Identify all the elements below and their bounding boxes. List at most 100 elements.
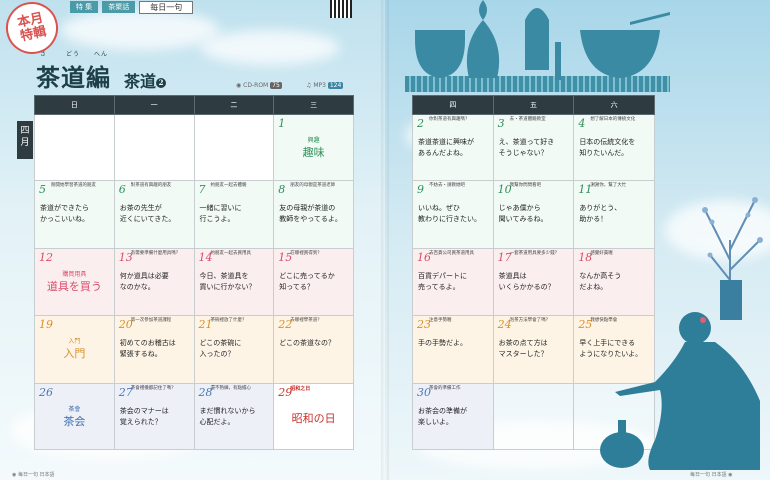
daily-phrase: どこに売ってるか 知ってる？ [279, 272, 335, 291]
day-cell-12: 12 購買用具道具を買う [34, 248, 115, 316]
day-number: 12 [39, 251, 53, 264]
day-context-note: 去・茶道體驗教室 [509, 117, 546, 122]
day-cell-28: 28 還不熟練，有點擔心 まだ慣れないから 心配だよ。 [193, 383, 275, 450]
cloud-decoration [60, 10, 220, 50]
calendar-week-row: 12 購買用具 道具を買う 13 有需要準備什麼用具嗎？ 何か道具は必要 なのかな。 14 約… [34, 248, 354, 316]
day-cell-15: 15 在哪裡買得到？ どこに売ってるか 知ってる？ [273, 248, 354, 316]
track-number: 124 [327, 82, 344, 89]
vase-icon [466, 0, 500, 78]
day-context-note: 想了解日本的傳統文化 [590, 117, 636, 122]
day-number: 7 [198, 183, 206, 196]
cloud-decoration [200, 30, 340, 65]
weekday-header: 六 [573, 95, 655, 115]
title-text: 茶道編 [36, 63, 111, 92]
daily-phrase: 友の母親が茶道の 教師をやってるよ。 [279, 204, 342, 223]
day-context-note: 你對茶道有興趣嗎？ [429, 117, 470, 122]
daily-phrase: 一緒に習いに 行こうよ。 [199, 204, 242, 223]
daily-phrase: 初めてのお稽古は 緊張するね。 [119, 339, 176, 358]
track-label: CD-ROM [243, 82, 269, 89]
day-context-note: 對茶道有興趣的朋友 [130, 183, 172, 188]
daily-phrase: お茶会の準備が 楽しいよ。 [418, 407, 467, 426]
daily-phrase: 百貨デパートに 売ってるよ。 [418, 272, 467, 291]
day-context-note: 不妨去・請教她吧 [429, 183, 465, 188]
day-number: 19 [39, 318, 53, 331]
tea-bowl-icon [580, 30, 660, 78]
weekday-header: 五 [492, 95, 575, 115]
day-context-note: 茶會禮儀都記住了嗎？ [130, 386, 176, 391]
daily-phrase: いいね。ぜひ 教わりに行きたい。 [418, 204, 481, 223]
calendar-week-row: 26 茶會 茶会 27 茶會禮儀都記住了嗎？ 茶会のマナーは 覚えられた？ 28 還不熟練，有… [34, 383, 354, 450]
day-cell-23: 23 注意手勢喔 手の手勢だよ。 [412, 315, 494, 384]
day-context-note: 在哪裡買得到？ [290, 251, 322, 256]
event-subtitle: 入門 [68, 338, 81, 345]
day-number: 4 [578, 117, 586, 130]
event-subtitle: 購買用具 [62, 271, 87, 278]
daily-phrase: どこの茶道なの？ [279, 339, 336, 347]
qr-code-icon[interactable] [330, 0, 352, 18]
weekday-header: 二 [193, 95, 275, 115]
daily-phrase: お茶の先生が 近くにいてきた。 [119, 204, 176, 223]
tea-whisk-icon [525, 8, 549, 70]
event-label: 購買用具 道具を買う [35, 269, 113, 294]
tab-tea-talk[interactable]: 茶聚話 [102, 1, 136, 13]
tab-daily-phrase[interactable]: 每日一句 [139, 0, 194, 14]
event-label: 昭和の日 [275, 410, 353, 426]
day-cell-17: 17 一套茶道用具要多少錢？ 茶道具は いくらかかるの？ [492, 248, 575, 316]
day-context-note: 去百貨公司買茶道用具 [429, 251, 474, 256]
empty-day-cell [492, 383, 575, 450]
daily-phrase: お茶の点て方は マスターした？ [498, 339, 548, 358]
day-cell-16: 16 去百貨公司買茶道用具 百貨デパートに 売ってるよ。 [412, 248, 494, 316]
daily-phrase: どこの茶碗に 入ったの？ [199, 339, 242, 358]
daily-phrase: 茶道茶道に興味が あるんだよね。 [418, 138, 474, 157]
event-subtitle: 興趣 [307, 137, 320, 144]
day-cell-29: 29 昭和之日 昭和の日 [273, 383, 354, 450]
day-number: 6 [118, 183, 126, 196]
tea-utensils-illustration [415, 0, 670, 80]
daily-phrase: 日本の伝統文化を 知りたいんだ。 [579, 138, 636, 157]
day-cell-7: 7 約朋友一起去體驗 一緒に習いに 行こうよ。 [193, 180, 275, 249]
footer-text: 每日一句 日本語 [17, 472, 55, 478]
subtitle-mark: 2 [156, 77, 167, 88]
empty-day-cell [193, 114, 275, 181]
footer-right: 每日一句 日本語 ◉ [690, 472, 733, 478]
day-context-note: 泡茶方法學會了嗎？ [509, 318, 551, 323]
day-context-note: 我幫你問問看吧 [509, 183, 542, 188]
day-number: 5 [39, 183, 46, 196]
day-context-note: 去哪裡學茶道？ [290, 318, 322, 323]
page-subtitle: 茶道 2 [124, 68, 167, 92]
stamp-line2: 特輯 [19, 24, 48, 45]
weekday-header: 四 [412, 95, 494, 115]
footer-text: 每日一句 日本語 [690, 472, 727, 478]
daily-phrase: 茶道ができたら かっこいいね。 [40, 204, 89, 223]
weekday-header: 日 [34, 95, 115, 115]
cd-icon: ◉ [236, 82, 242, 89]
day-context-note: 茶會的準備工作 [429, 386, 461, 391]
weekday-header: 三 [273, 95, 354, 115]
tea-scoop-icon [630, 12, 670, 25]
daily-phrase: 茶会のマナーは 覚えられた？ [119, 407, 169, 426]
kimono-woman-illustration [600, 312, 760, 470]
calendar-week-row: 9 不妨去・請教她吧 いいね。ぜひ 教わりに行きたい。 10 我幫你問問看吧 じゃあ僕から… [412, 180, 655, 249]
page-title: さ どう へん 茶道編 [36, 51, 111, 93]
event-title: 道具を買う [46, 280, 102, 293]
day-cell-2: 2 你對茶道有興趣嗎？ 茶道茶道に興味が あるんだよね。 [412, 114, 494, 181]
day-number: 26 [39, 386, 53, 399]
tea-caddy-icon [415, 30, 465, 78]
calendar-week-row: 2 你對茶道有興趣嗎？ 茶道茶道に興味が あるんだよね。 3 去・茶道體驗教室 え、茶道っ… [412, 114, 655, 181]
tab-feature[interactable]: 特 集 [70, 1, 99, 13]
day-number: 1 [278, 117, 286, 130]
cd-track: ◉ CD-ROM 75 [236, 82, 282, 89]
day-cell-10: 10 我幫你問問看吧 じゃあ僕から 聞いてみるね。 [492, 180, 575, 249]
day-cell-24: 24 泡茶方法學會了嗎？ お茶の点て方は マスターした？ [492, 315, 575, 384]
section-tabs: 特 集 茶聚話 每日一句 [70, 0, 194, 14]
calendar-week-row: 5 剛開始學習茶道的朋友 茶道ができたら かっこいいね。 6 對茶道有興趣的朋友 お茶の先… [34, 180, 354, 249]
daily-phrase: ありがとう、 助かる！ [579, 204, 622, 223]
subtitle-text: 茶道 [124, 72, 157, 91]
daily-phrase: じゃあ僕から 聞いてみるね。 [498, 204, 548, 223]
calendar-week-row: 19 入門 入門 20 第一次參加茶道課程 初めてのお稽古は 緊張するね。 21 茶碗裡放了什… [34, 315, 354, 384]
day-context-note: 感覺好貴喔 [590, 251, 613, 256]
day-context-note: 約朋友一起去買用具 [210, 251, 252, 256]
daily-phrase: 茶道具は いくらかかるの？ [498, 272, 555, 291]
footer-left: ◉ 每日一句 日本語 [12, 472, 55, 478]
day-cell-22: 22 去哪裡學茶道？ どこの茶道なの？ [273, 315, 354, 384]
